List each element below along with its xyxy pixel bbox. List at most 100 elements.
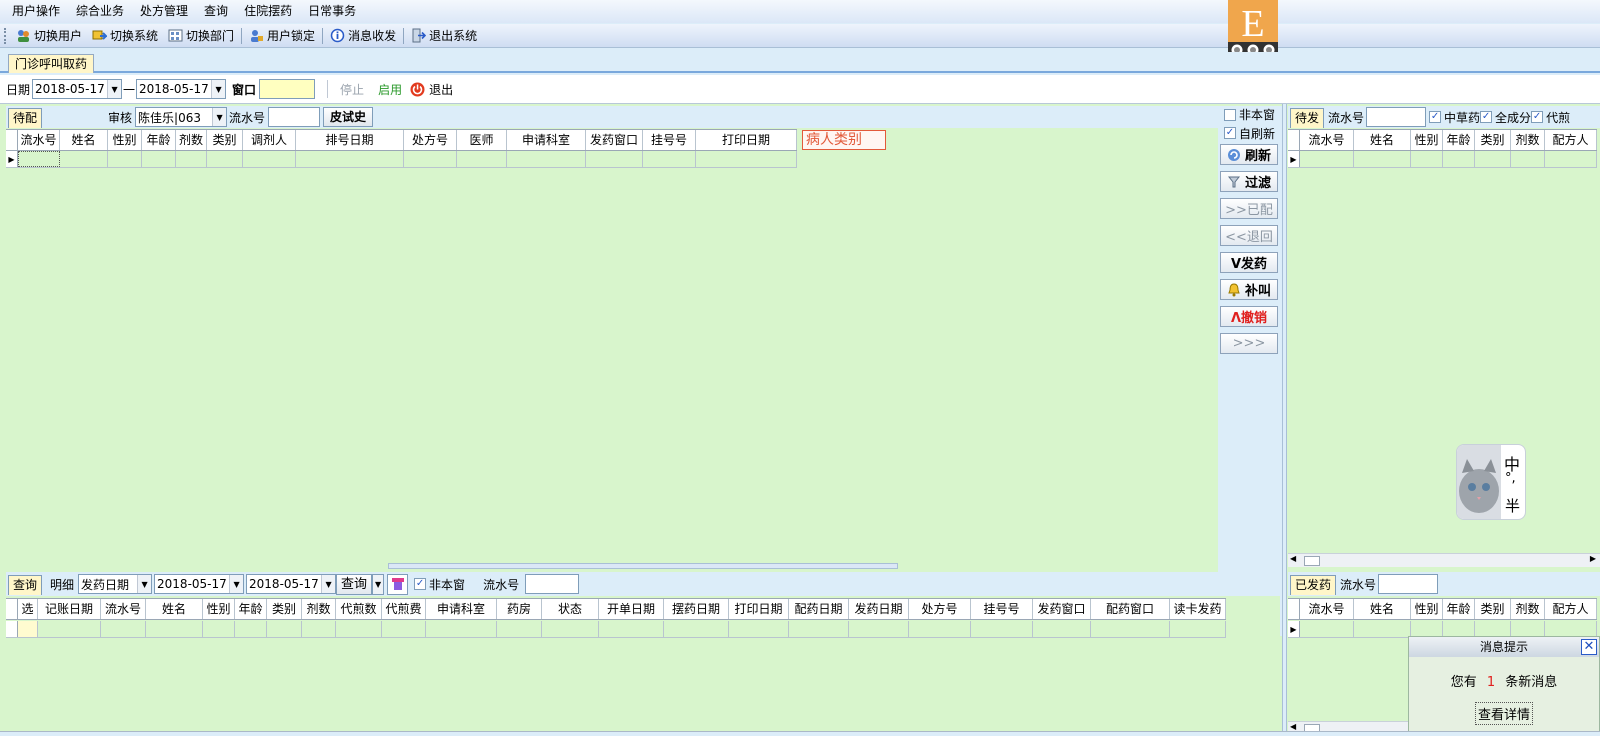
col-status[interactable]: 状态 (542, 599, 599, 619)
col-preparer[interactable]: 配方人 (1545, 599, 1597, 619)
table-cell[interactable] (243, 151, 296, 167)
col-category[interactable]: 类别 (1475, 599, 1511, 619)
tab-query[interactable]: 查询 (8, 575, 43, 595)
horizontal-scrollbar[interactable]: ◀ ▶ (1288, 553, 1600, 567)
table-cell[interactable] (497, 621, 542, 637)
table-cell[interactable] (203, 621, 235, 637)
table-cell[interactable] (1475, 621, 1511, 637)
filter-button[interactable]: 过滤 (1220, 171, 1278, 192)
table-cell[interactable] (1443, 621, 1475, 637)
table-cell[interactable] (971, 621, 1033, 637)
cancel-button[interactable]: Λ撤销 (1220, 306, 1278, 327)
full-component-check[interactable]: ✓ 全成分 (1480, 109, 1531, 126)
table-cell[interactable] (302, 621, 336, 637)
col-gender[interactable]: 性别 (1411, 599, 1443, 619)
view-details-button[interactable]: 查看详情 (1474, 702, 1533, 725)
table-cell[interactable] (507, 151, 586, 167)
switch-system-button[interactable]: 切换系统 (87, 26, 163, 46)
table-cell[interactable] (1300, 151, 1354, 167)
table-cell[interactable] (696, 151, 797, 167)
vertical-splitter[interactable] (1282, 104, 1287, 736)
table-cell[interactable] (586, 151, 643, 167)
col-doses[interactable]: 剂数 (302, 599, 336, 619)
stop-button[interactable]: 停止 (340, 81, 364, 98)
table-cell[interactable] (382, 621, 426, 637)
col-serial[interactable]: 流水号 (1300, 130, 1354, 150)
table-cell[interactable] (1443, 151, 1475, 167)
reviewer-select[interactable]: 陈佳乐|063 ▼ (135, 107, 228, 127)
query-date-to[interactable]: 2018-05-17 ▼ (246, 574, 337, 594)
col-decoct-count[interactable]: 代煎数 (336, 599, 382, 619)
col-gender[interactable]: 性别 (1411, 130, 1443, 150)
message-button[interactable]: 消息收发 (325, 26, 401, 46)
table-cell[interactable] (789, 621, 849, 637)
menu-user-ops[interactable]: 用户操作 (4, 0, 68, 23)
table-cell[interactable] (664, 621, 729, 637)
scroll-left-icon[interactable]: ◀ (1290, 722, 1296, 731)
exit-system-button[interactable]: 退出系统 (406, 26, 482, 46)
table-cell[interactable] (1411, 621, 1443, 637)
table-cell[interactable] (542, 621, 599, 637)
table-cell[interactable] (1300, 621, 1354, 637)
col-dept[interactable]: 申请科室 (507, 130, 586, 150)
col-rx-no[interactable]: 处方号 (909, 599, 971, 619)
col-reg-no[interactable]: 挂号号 (971, 599, 1033, 619)
auto-refresh-check[interactable]: ✓ 自刷新 (1224, 124, 1275, 142)
col-arrange-date[interactable]: 摆药日期 (664, 599, 729, 619)
col-doses[interactable]: 剂数 (1511, 599, 1545, 619)
table-cell[interactable] (18, 621, 38, 637)
col-card-dispense[interactable]: 读卡发药 (1170, 599, 1226, 619)
query-button[interactable]: 查询 (336, 573, 373, 595)
scroll-right-icon[interactable]: ▶ (1590, 554, 1596, 563)
menu-daily-affairs[interactable]: 日常事务 (300, 0, 364, 23)
skin-test-button[interactable]: 皮试史 (323, 107, 374, 127)
table-cell[interactable] (849, 621, 909, 637)
col-category[interactable]: 类别 (267, 599, 302, 619)
chevron-down-icon[interactable]: ▼ (107, 80, 122, 98)
table-cell[interactable] (101, 621, 146, 637)
col-serial[interactable]: 流水号 (101, 599, 146, 619)
col-print-date[interactable]: 打印日期 (729, 599, 789, 619)
exit-button[interactable]: 退出 (410, 81, 453, 98)
col-queue-date[interactable]: 排号日期 (296, 130, 404, 150)
col-doctor[interactable]: 医师 (457, 130, 507, 150)
col-select[interactable]: 选 (18, 599, 38, 619)
col-reg-no[interactable]: 挂号号 (643, 130, 696, 150)
table-cell[interactable] (207, 151, 243, 167)
chevron-down-icon[interactable]: ▼ (229, 575, 244, 593)
col-gender[interactable]: 性别 (108, 130, 142, 150)
table-cell[interactable] (1511, 151, 1545, 167)
table-cell[interactable] (1511, 621, 1545, 637)
dispensed-serial-input[interactable] (1378, 574, 1439, 594)
chevron-down-icon[interactable]: ▼ (212, 108, 227, 126)
col-name[interactable]: 姓名 (1354, 130, 1411, 150)
table-cell[interactable] (1354, 151, 1411, 167)
more-button[interactable]: >>> (1220, 333, 1278, 354)
table-row[interactable]: ▶ (6, 151, 797, 168)
col-decoct-fee[interactable]: 代煎费 (382, 599, 426, 619)
detail-label[interactable]: 明细 (50, 576, 74, 593)
query-non-window-check[interactable]: ✓ 非本窗 (414, 576, 465, 593)
col-dispense-date[interactable]: 发药日期 (849, 599, 909, 619)
table-row[interactable]: ▶ (1288, 151, 1597, 168)
table-cell[interactable] (599, 621, 664, 637)
table-cell[interactable] (1033, 621, 1091, 637)
table-cell[interactable] (108, 151, 142, 167)
print-button[interactable] (387, 573, 409, 595)
table-cell[interactable] (235, 621, 267, 637)
dispensed-forward-button[interactable]: >>已配 (1220, 198, 1278, 219)
table-cell[interactable] (426, 621, 497, 637)
table-cell[interactable] (18, 151, 60, 167)
user-lock-button[interactable]: 用户锁定 (244, 26, 320, 46)
menu-general-business[interactable]: 综合业务 (68, 0, 132, 23)
checkbox-checked[interactable]: ✓ (1224, 127, 1236, 139)
date-to-picker[interactable]: 2018-05-17 ▼ (136, 79, 227, 99)
table-cell[interactable] (1170, 621, 1226, 637)
table-cell[interactable] (176, 151, 207, 167)
checkbox-checked[interactable]: ✓ (1531, 111, 1544, 123)
col-age[interactable]: 年龄 (142, 130, 176, 150)
table-cell[interactable] (146, 621, 203, 637)
col-prepare-date[interactable]: 配药日期 (789, 599, 849, 619)
table-cell[interactable] (643, 151, 696, 167)
scrollbar-thumb[interactable] (1304, 556, 1320, 566)
